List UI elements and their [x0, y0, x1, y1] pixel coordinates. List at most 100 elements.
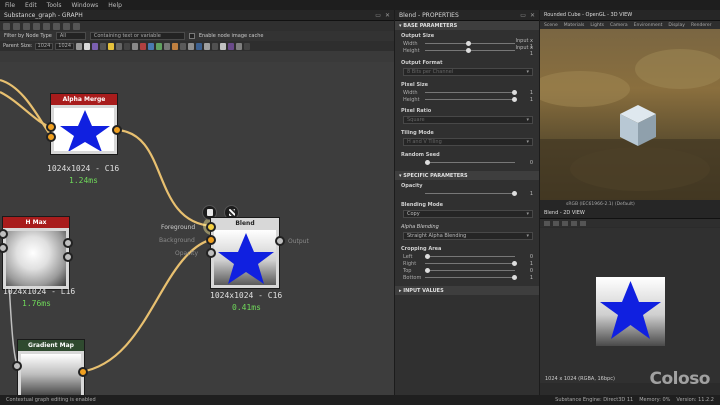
palette-icon[interactable]: [156, 42, 163, 50]
input-port[interactable]: [46, 122, 56, 132]
pixel-ratio-select[interactable]: Square: [403, 116, 533, 124]
channel-icon[interactable]: [562, 220, 568, 226]
graph-panel: Substance_graph - GRAPH ▭ ✕ Filter by Nod…: [0, 10, 395, 395]
menu-camera[interactable]: Camera: [610, 23, 628, 28]
alpha-icon[interactable]: [571, 220, 577, 226]
palette-icon[interactable]: [172, 42, 179, 50]
input-port[interactable]: [46, 132, 56, 142]
zoom-icon[interactable]: [553, 220, 559, 226]
node-alpha-merge[interactable]: Alpha Merge: [50, 93, 118, 155]
parent-size-height-select[interactable]: 1024: [55, 42, 75, 50]
section-specific-parameters[interactable]: ▾ SPECIFIC PARAMETERS: [395, 171, 539, 180]
menu-materials[interactable]: Materials: [564, 23, 585, 28]
menu-file[interactable]: File: [0, 2, 20, 9]
frame-tool-icon[interactable]: [13, 22, 20, 30]
section-base-parameters[interactable]: ▾ BASE PARAMETERS: [395, 21, 539, 30]
search-input[interactable]: Containing text or variable: [89, 32, 185, 40]
camera-icon[interactable]: [23, 22, 30, 30]
node-cache-checkbox[interactable]: [188, 33, 195, 39]
menu-lights[interactable]: Lights: [590, 23, 604, 28]
fit-view-icon[interactable]: [33, 22, 40, 30]
crop-top-slider[interactable]: Top 0: [395, 267, 539, 274]
palette-icon[interactable]: [116, 42, 123, 50]
palette-icon[interactable]: [140, 42, 147, 50]
node-thumbnail: [6, 231, 66, 286]
output-port[interactable]: [275, 236, 285, 246]
comment-icon[interactable]: [73, 22, 80, 30]
2d-canvas[interactable]: [540, 228, 720, 383]
menu-scene[interactable]: Scene: [544, 23, 558, 28]
menu-edit[interactable]: Edit: [20, 2, 42, 9]
palette-icon[interactable]: [212, 42, 219, 50]
3d-view-panel: Rounded Cube - OpenGL - 3D VIEW Scene Ma…: [540, 10, 720, 208]
pixel-width-slider[interactable]: Width 1: [395, 89, 539, 96]
alpha-blending-select[interactable]: Straight Alpha Blending: [403, 232, 533, 240]
opacity-slider[interactable]: 1: [395, 190, 539, 197]
palette-icon[interactable]: [100, 42, 107, 50]
pixel-height-slider[interactable]: Height 1: [395, 96, 539, 103]
input-port[interactable]: [12, 361, 22, 371]
output-port[interactable]: [112, 125, 122, 135]
output-port[interactable]: [78, 367, 88, 377]
properties-panel: Blend - PROPERTIES ▭ ✕ ▾ BASE PARAMETERS …: [395, 10, 540, 395]
menu-help[interactable]: Help: [103, 2, 127, 9]
close-icon[interactable]: ✕: [385, 12, 390, 19]
float-icon[interactable]: ▭: [375, 12, 381, 19]
palette-icon[interactable]: [220, 42, 227, 50]
palette-icon[interactable]: [108, 42, 115, 50]
float-icon[interactable]: ▭: [520, 12, 526, 19]
parent-size-width-select[interactable]: 1024: [34, 42, 54, 50]
node-h-max[interactable]: H Max: [2, 216, 70, 290]
node-title: Alpha Merge: [51, 94, 117, 105]
layout-icon[interactable]: [43, 22, 50, 30]
crop-bottom-slider[interactable]: Bottom 1: [395, 274, 539, 281]
palette-icon[interactable]: [228, 42, 235, 50]
tile-icon[interactable]: [580, 220, 586, 226]
node-blend[interactable]: Blend: [210, 217, 280, 289]
palette-icon[interactable]: [124, 42, 131, 50]
port-label-output: Output: [288, 238, 309, 245]
select-tool-icon[interactable]: [3, 22, 10, 30]
palette-icon[interactable]: [84, 42, 91, 50]
tiling-mode-select[interactable]: H and V Tiling: [403, 138, 533, 146]
section-input-values[interactable]: ▸ INPUT VALUES: [395, 286, 539, 295]
3d-viewport[interactable]: [540, 29, 720, 200]
palette-icon[interactable]: [236, 42, 243, 50]
node-info: 1024x1024 - C16: [47, 164, 120, 173]
menu-windows[interactable]: Windows: [66, 2, 103, 9]
palette-icon[interactable]: [148, 42, 155, 50]
3d-status-bar[interactable]: sRGB (IEC61966-2.1) (Default): [540, 200, 720, 208]
output-port[interactable]: [63, 252, 73, 262]
output-format-select[interactable]: 8 Bits per Channel: [403, 68, 533, 76]
random-seed-slider[interactable]: 0: [395, 159, 539, 166]
graph-canvas[interactable]: Alpha Merge 1024x1024 - C16 1.24ms H Max…: [0, 62, 394, 395]
node-gradient-map[interactable]: Gradient Map: [17, 339, 85, 395]
palette-icon[interactable]: [132, 42, 139, 50]
crop-right-slider[interactable]: Right 1: [395, 260, 539, 267]
close-icon[interactable]: ✕: [530, 12, 535, 19]
align-icon[interactable]: [63, 22, 70, 30]
palette-icon[interactable]: [76, 42, 83, 50]
palette-icon[interactable]: [244, 42, 251, 50]
palette-icon[interactable]: [188, 42, 195, 50]
output-size-height-slider[interactable]: Height Input x 1: [395, 45, 539, 57]
input-port-opacity[interactable]: [206, 248, 216, 258]
input-port-foreground[interactable]: [206, 222, 216, 232]
grass-patch: [635, 49, 720, 89]
menu-display[interactable]: Display: [668, 23, 685, 28]
fit-icon[interactable]: [544, 220, 550, 226]
grid-icon[interactable]: [53, 22, 60, 30]
menu-renderer[interactable]: Renderer: [691, 23, 712, 28]
menu-tools[interactable]: Tools: [42, 2, 67, 9]
output-port[interactable]: [63, 238, 73, 248]
palette-icon[interactable]: [164, 42, 171, 50]
crop-left-slider[interactable]: Left 0: [395, 253, 539, 260]
input-port-background[interactable]: [206, 235, 216, 245]
palette-icon[interactable]: [92, 42, 99, 50]
palette-icon[interactable]: [196, 42, 203, 50]
filter-node-type-select[interactable]: All: [55, 32, 86, 40]
blending-mode-select[interactable]: Copy: [403, 210, 533, 218]
palette-icon[interactable]: [180, 42, 187, 50]
palette-icon[interactable]: [204, 42, 211, 50]
menu-environment[interactable]: Environment: [634, 23, 663, 28]
